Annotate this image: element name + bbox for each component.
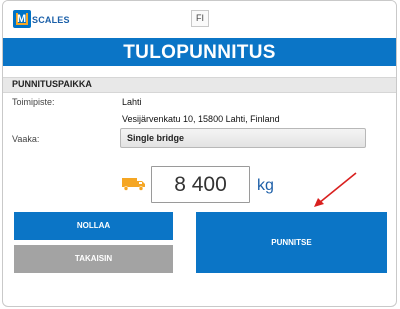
reset-button[interactable]: NOLLAA xyxy=(14,212,173,240)
language-button[interactable]: FI xyxy=(191,10,209,27)
scale-label: Vaaka: xyxy=(12,134,40,144)
site-label: Toimipiste: xyxy=(12,97,55,107)
logo: M SCALES xyxy=(13,10,83,30)
section-header: PUNNITUSPAIKKA xyxy=(3,77,396,93)
top-bar: M SCALES FI xyxy=(3,1,396,39)
weight-unit: kg xyxy=(257,177,274,194)
site-name: Lahti xyxy=(122,97,142,107)
app-window: M SCALES FI TULOPUNNITUS PUNNITUSPAIKKA … xyxy=(2,0,397,307)
back-button[interactable]: TAKAISIN xyxy=(14,245,173,273)
truck-icon xyxy=(122,178,145,191)
site-address: Vesijärvenkatu 10, 15800 Lahti, Finland xyxy=(122,114,280,124)
scale-select[interactable]: Single bridge xyxy=(120,128,366,148)
section-title: PUNNITUSPAIKKA xyxy=(12,79,92,89)
red-arrow-icon xyxy=(314,172,357,207)
logo-text: SCALES xyxy=(32,15,70,25)
page-title: TULOPUNNITUS xyxy=(3,38,396,66)
logo-letter: M xyxy=(17,13,27,25)
weight-display: 8 400 xyxy=(151,166,250,203)
weigh-button[interactable]: PUNNITSE xyxy=(196,212,387,273)
logo-icon: M xyxy=(13,10,31,28)
